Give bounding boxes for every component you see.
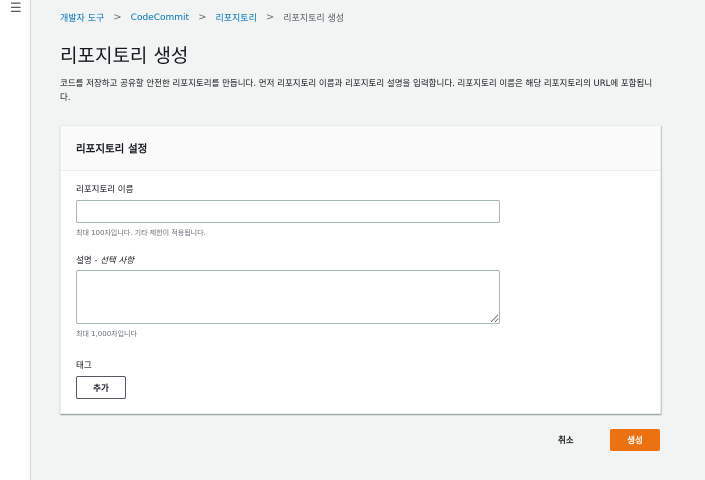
description-label: 설명 - 선택 사항	[76, 254, 134, 266]
chevron-right-icon: >	[113, 12, 122, 23]
breadcrumb: 개발자 도구 > CodeCommit > 리포지토리 > 리포지토리 생성	[60, 11, 344, 24]
create-repository-button[interactable]: 생성	[610, 429, 660, 451]
chevron-right-icon: >	[265, 12, 275, 23]
optional-marker: - 선택 사항	[91, 256, 135, 266]
repository-name-hint: 최대 100자입니다. 기타 제한이 적용됩니다.	[76, 229, 206, 237]
add-tag-button[interactable]: 추가	[76, 376, 126, 399]
repository-name-input[interactable]	[76, 200, 500, 223]
breadcrumb-developer-tools[interactable]: 개발자 도구	[60, 11, 104, 24]
breadcrumb-codecommit[interactable]: CodeCommit	[131, 13, 189, 23]
repository-settings-panel: 리포지토리 설정 리포지토리 이름 최대 100자입니다. 기타 제한이 적용됩…	[60, 125, 661, 414]
breadcrumb-current: 리포지토리 생성	[283, 14, 345, 24]
breadcrumb-repositories[interactable]: 리포지토리	[215, 11, 256, 24]
cancel-button[interactable]: 취소	[548, 430, 584, 450]
chevron-right-icon: >	[198, 12, 207, 23]
panel-header: 리포지토리 설정	[61, 126, 660, 171]
description-label-text: 설명	[76, 256, 92, 266]
repository-name-label: 리포지토리 이름	[76, 185, 134, 195]
page-description: 코드를 저장하고 공유할 안전한 리포지토리를 만듭니다. 먼저 리포지토리 이…	[60, 79, 653, 103]
description-textarea[interactable]	[76, 270, 500, 324]
description-hint: 최대 1,000자입니다	[76, 330, 137, 338]
hamburger-menu-icon[interactable]: ☰	[10, 2, 22, 15]
tags-label: 태그	[76, 361, 92, 371]
side-navigation: ☰	[0, 0, 31, 480]
page-title: 리포지토리 생성	[60, 45, 189, 67]
